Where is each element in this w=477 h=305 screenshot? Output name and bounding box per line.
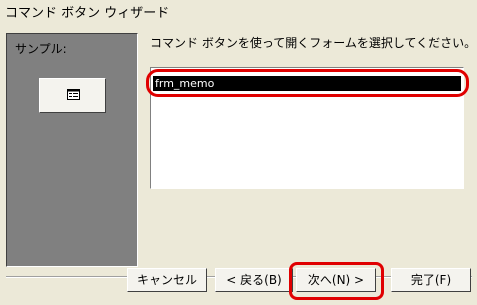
form-list[interactable]: frm_memo bbox=[150, 67, 464, 189]
list-item-frm-memo[interactable]: frm_memo bbox=[153, 76, 461, 91]
back-button[interactable]: < 戻る(B) bbox=[215, 268, 293, 292]
next-button[interactable]: 次へ(N) > bbox=[296, 268, 376, 292]
finish-button[interactable]: 完了(F) bbox=[391, 268, 471, 292]
sample-preview-panel: サンプル: bbox=[6, 33, 138, 267]
window-title: コマンド ボタン ウィザード bbox=[5, 6, 170, 21]
sample-label: サンプル: bbox=[15, 42, 67, 56]
form-icon bbox=[67, 89, 80, 100]
cancel-button[interactable]: キャンセル bbox=[127, 268, 207, 292]
wizard-body: サンプル: コマンド ボタンを使って開くフォームを選択してください。 frm_m… bbox=[0, 21, 477, 305]
title-bar: コマンド ボタン ウィザード bbox=[0, 0, 477, 21]
instruction-text: コマンド ボタンを使って開くフォームを選択してください。 bbox=[150, 36, 477, 50]
sample-command-button bbox=[39, 78, 106, 113]
